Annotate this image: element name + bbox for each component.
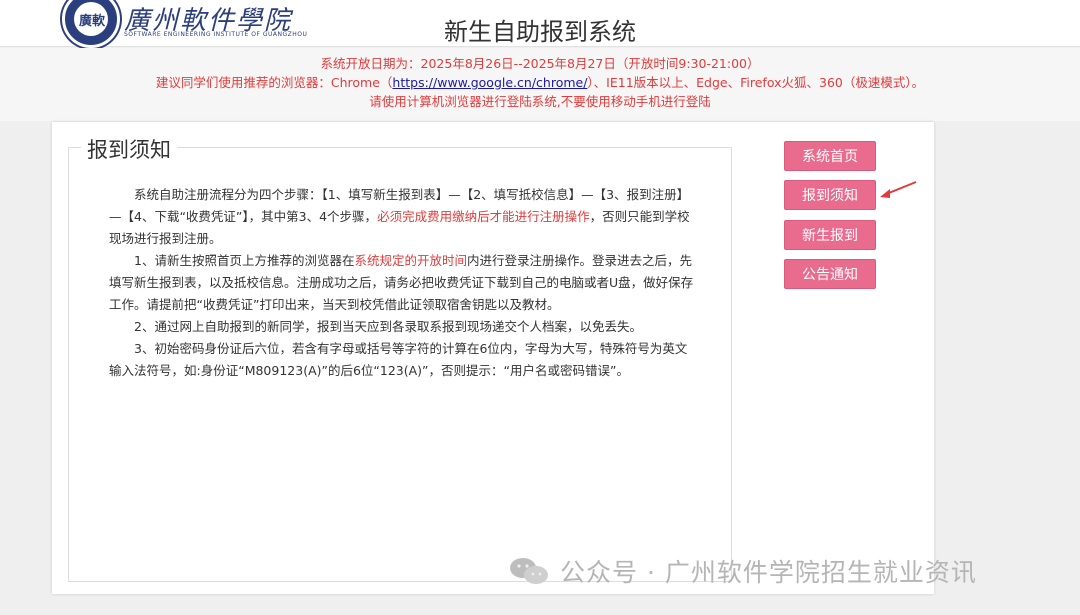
notice-paragraph: 系统自助注册流程分为四个步骤：【1、填写新生报到表】—【2、填写抵校信息】—【3… — [109, 184, 699, 250]
wechat-icon — [510, 558, 548, 584]
notice-paragraph: 1、请新生按照首页上方推荐的浏览器在系统规定的开放时间内进行登录注册操作。登录进… — [109, 250, 699, 316]
page-title: 新生自助报到系统 — [444, 18, 636, 46]
watermark: 公众号 · 广州软件学院招生就业资讯 — [508, 553, 977, 589]
watermark-text: 公众号 · 广州软件学院招生就业资讯 — [560, 558, 977, 587]
notice-paragraph: 3、初始密码身份证后六位，若含有字母或括号等字符的计算在6位内，字母为大写，特殊… — [109, 341, 688, 378]
notice-paragraph: 2、通过网上自助报到的新同学，报到当天应到各录取系报到现场递交个人档案，以免丢失… — [134, 319, 642, 334]
main-panel: 报到须知 系统自助注册流程分为四个步骤：【1、填写新生报到表】—【2、填写抵校信… — [52, 122, 934, 594]
chrome-download-link[interactable]: https://www.google.cn/chrome/ — [392, 75, 587, 90]
highlight-text: 必须完成费用缴纳后才能进行注册操作 — [377, 209, 590, 224]
home-button[interactable]: 系统首页 — [784, 141, 876, 171]
notice-browser-recommendation: 建议同学们使用推荐的浏览器：Chrome（https://www.google.… — [0, 73, 1080, 92]
notice-banner: 系统开放日期为：2025年8月26日--2025年8月27日（开放时间9:30-… — [0, 48, 1080, 121]
paragraph-text: 1、请新生按照首页上方推荐的浏览器在 — [134, 253, 355, 268]
notice-browser-suffix: ）、IE11版本以上、Edge、Firefox火狐、360（极速模式）。 — [587, 75, 925, 90]
pointer-arrow-icon — [880, 181, 917, 198]
notice-content: 系统自助注册流程分为四个步骤：【1、填写新生报到表】—【2、填写抵校信息】—【3… — [109, 184, 699, 382]
header: 廣軟 廣州軟件學院 SOFTWARE ENGINEERING INSTITUTE… — [0, 0, 1080, 48]
school-seal-text: 廣軟 — [78, 14, 105, 29]
freshman-registration-button[interactable]: 新生报到 — [784, 220, 876, 250]
registration-notice-box: 报到须知 系统自助注册流程分为四个步骤：【1、填写新生报到表】—【2、填写抵校信… — [68, 134, 732, 582]
registration-notice-button[interactable]: 报到须知 — [784, 180, 876, 210]
section-title: 报到须知 — [81, 134, 177, 164]
notice-device-warning: 请使用计算机浏览器进行登陆系统,不要使用移动手机进行登陆 — [369, 94, 711, 109]
notice-open-dates: 系统开放日期为：2025年8月26日--2025年8月27日（开放时间9:30-… — [320, 56, 760, 71]
highlight-text: 系统规定的开放时间 — [354, 253, 467, 268]
announcements-button[interactable]: 公告通知 — [784, 259, 876, 289]
notice-browser-prefix: 建议同学们使用推荐的浏览器：Chrome（ — [155, 75, 393, 90]
